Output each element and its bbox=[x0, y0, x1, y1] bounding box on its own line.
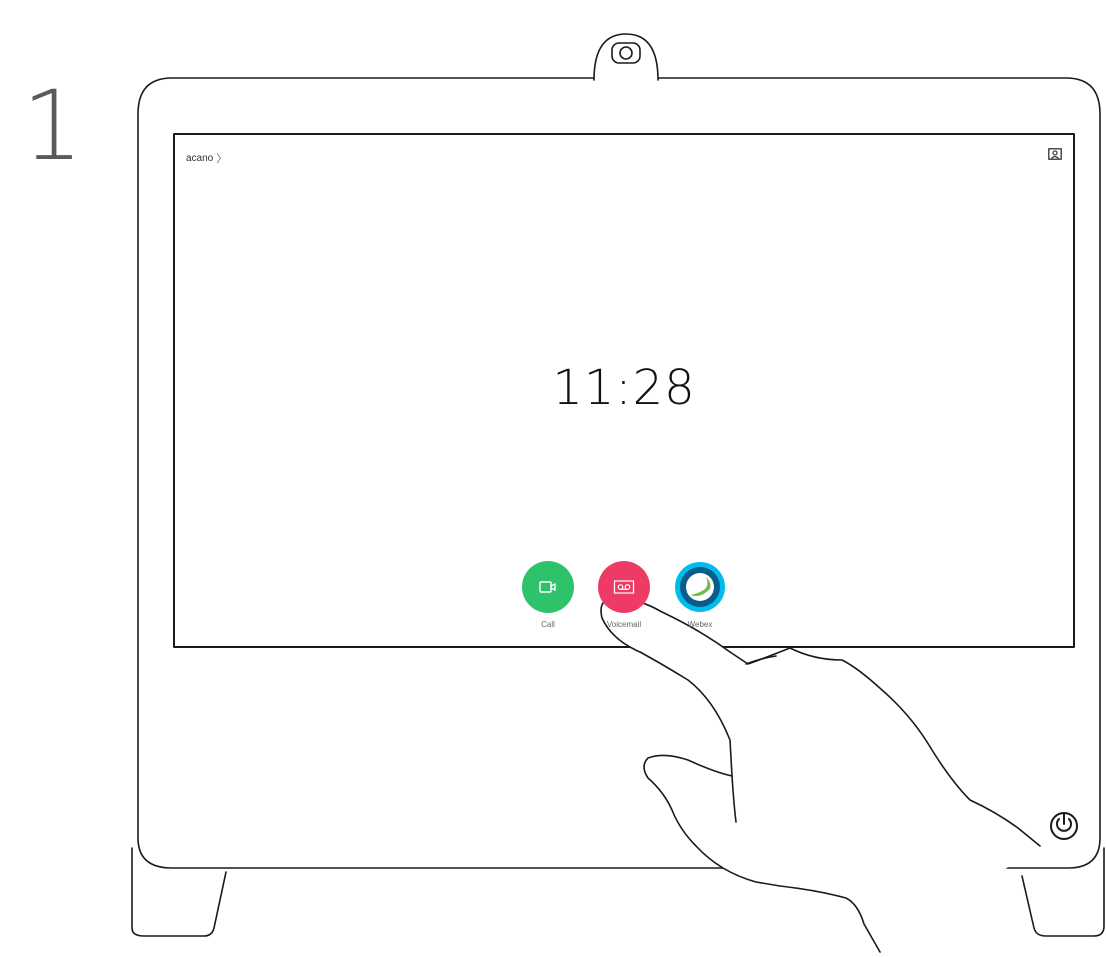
voicemail-button[interactable] bbox=[598, 561, 650, 613]
selfview-icon[interactable] bbox=[1048, 148, 1062, 160]
voicemail-label: Voicemail bbox=[606, 620, 642, 629]
video-camera-icon bbox=[539, 581, 556, 593]
camera-icon bbox=[593, 33, 659, 81]
call-button[interactable] bbox=[522, 561, 574, 613]
webex-label: Webex bbox=[687, 620, 713, 629]
chevron-right-icon: 〉 bbox=[216, 153, 228, 165]
call-label: Call bbox=[541, 620, 555, 629]
webex-button[interactable] bbox=[674, 561, 726, 613]
step-number: 1 bbox=[22, 70, 84, 182]
touch-screen: acano 〉 11:28 Call Voicemail Webex bbox=[176, 136, 1072, 645]
clock: 11:28 bbox=[552, 360, 696, 416]
hand-illustration bbox=[600, 596, 1041, 953]
webex-logo-icon bbox=[675, 562, 725, 612]
voicemail-icon bbox=[613, 580, 635, 594]
power-icon bbox=[1050, 812, 1078, 840]
breadcrumb-label: acano bbox=[186, 152, 214, 164]
breadcrumb[interactable]: acano 〉 bbox=[186, 150, 227, 166]
